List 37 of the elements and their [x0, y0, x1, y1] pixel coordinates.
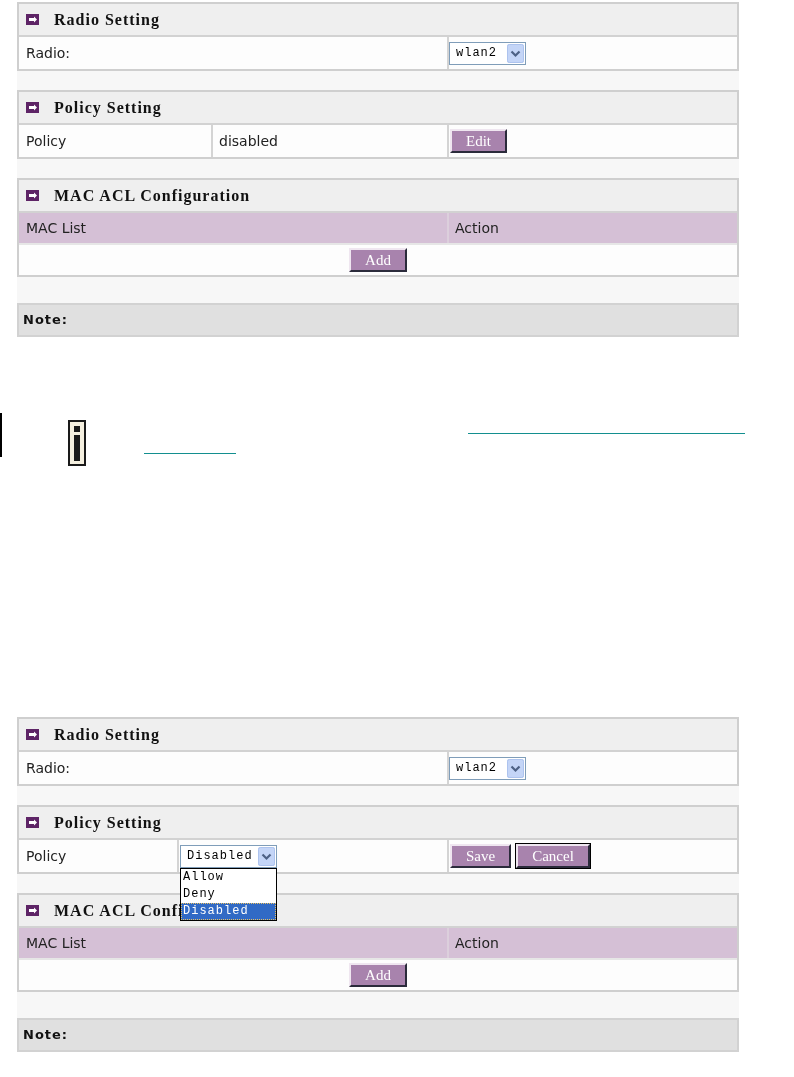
info-icon [68, 420, 86, 466]
arrow-square-icon [26, 817, 39, 828]
cancel-button[interactable]: Cancel [516, 844, 590, 868]
dropdown-select[interactable]: Disabled [180, 844, 277, 868]
chevron-down-icon [507, 758, 524, 778]
section-title: MAC ACL Configuration [54, 185, 251, 207]
column-header: MAC List [26, 933, 87, 953]
edit-button[interactable]: Edit [450, 129, 507, 153]
column-header: Action [455, 218, 499, 238]
note-label: Note: [23, 1026, 69, 1045]
chevron-down-icon [507, 43, 524, 63]
dropdown-option[interactable]: Disabled [181, 902, 276, 920]
field-label: Policy [26, 131, 67, 151]
section-title: Policy Setting [54, 812, 162, 834]
note-label: Note: [23, 311, 69, 330]
section-title: Radio Setting [54, 9, 160, 31]
column-header: Action [455, 933, 499, 953]
column-header: MAC List [26, 218, 87, 238]
add-button[interactable]: Add [349, 248, 407, 272]
arrow-square-icon [26, 905, 39, 916]
dropdown-select[interactable]: wlan2 [449, 41, 526, 65]
section-title: Policy Setting [54, 97, 162, 119]
save-button[interactable]: Save [450, 844, 512, 868]
arrow-square-icon [26, 190, 39, 201]
dropdown-select[interactable]: wlan2 [449, 756, 526, 780]
field-label: Policy [26, 846, 67, 866]
chevron-down-icon [258, 846, 275, 866]
field-label: Radio: [26, 43, 71, 63]
arrow-square-icon [26, 729, 39, 740]
arrow-square-icon [26, 102, 39, 113]
dropdown-option[interactable]: Allow [181, 868, 276, 886]
section-title: Radio Setting [54, 724, 160, 746]
add-button[interactable]: Add [349, 963, 407, 987]
dropdown-option[interactable]: Deny [181, 885, 276, 903]
field-value: disabled [219, 131, 278, 151]
arrow-square-icon [26, 14, 39, 25]
field-label: Radio: [26, 758, 71, 778]
